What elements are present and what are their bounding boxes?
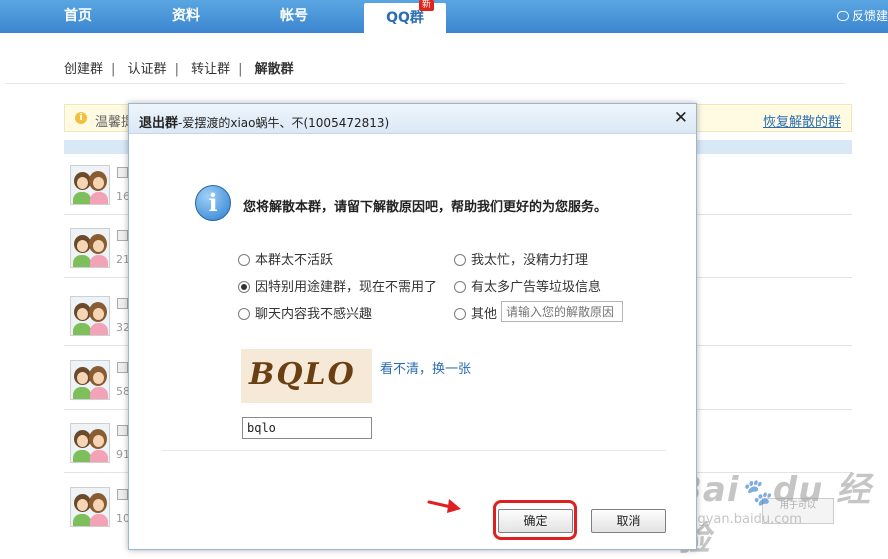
top-nav: 首页 资料 帐号 QQ群 新 反馈建 [0,0,888,33]
close-icon[interactable]: ✕ [674,108,688,128]
reason-option-spam[interactable]: 有太多广告等垃圾信息 [454,276,601,295]
subnav-divider [5,83,845,84]
restore-dissolved-link[interactable]: 恢复解散的群 [763,111,841,130]
dialog-message: 您将解散本群，请留下解散原因吧，帮助我们更好的为您服务。 [243,200,608,215]
info-icon: i [195,185,231,221]
group-avatar-icon [70,360,110,400]
dialog-divider [161,450,666,451]
option-label: 有太多广告等垃圾信息 [471,280,602,295]
red-arrow-icon [427,499,461,513]
group-avatar-icon [70,228,110,268]
group-type-icon [117,298,128,309]
option-label: 其他 [471,307,498,322]
option-label: 因特别用途建群，现在不需用了 [255,280,438,295]
group-avatar-icon [70,296,110,336]
dialog-title-group: -爱摆渡的xiao蜗牛、不(1005472813) [178,116,390,130]
group-avatar-icon [70,423,110,463]
reason-option-no-longer-needed[interactable]: 因特别用途建群，现在不需用了 [238,276,437,295]
reason-option-inactive[interactable]: 本群太不活跃 [238,249,333,268]
tab-qq-group[interactable]: QQ群 新 [364,0,446,33]
group-type-icon [117,425,128,436]
radio-button[interactable] [454,281,466,293]
captcha-text: BQLO [249,357,356,392]
reason-option-other[interactable]: 其他 [454,303,497,322]
option-label: 我太忙，没精力打理 [471,253,589,268]
group-avatar-icon [70,487,110,527]
dialog-title-bold: 退出群 [139,116,179,131]
group-type-icon [117,230,128,241]
sub-nav: 创建群 | 认证群 | 转让群 | 解散群 [64,58,300,77]
subnav-separator: | [111,62,116,77]
captcha-image: BQLO [241,349,372,403]
tab-profile[interactable]: 资料 [142,0,230,33]
radio-button[interactable] [238,254,250,266]
info-icon: i [75,112,87,124]
subnav-create-group[interactable]: 创建群 [64,62,103,77]
group-avatar-icon [70,165,110,205]
chat-bubble-icon [836,11,849,21]
dissolve-group-dialog: 退出群-爱摆渡的xiao蜗牛、不(1005472813) ✕ i 您将解散本群，… [128,103,697,550]
subnav-separator: | [174,62,179,77]
reason-option-not-interested[interactable]: 聊天内容我不感兴趣 [238,303,372,322]
subnav-separator: | [238,62,243,77]
dialog-title: 退出群-爱摆渡的xiao蜗牛、不(1005472813) [139,112,389,131]
option-label: 本群太不活跃 [255,253,334,268]
radio-button[interactable] [454,308,466,320]
subnav-verify-group[interactable]: 认证群 [128,62,167,77]
feedback-label: 反馈建 [851,9,888,23]
new-badge: 新 [418,0,434,11]
radio-button-selected[interactable] [238,281,250,293]
group-type-icon [117,167,128,178]
confirm-button[interactable]: 确定 [498,509,573,533]
tab-account[interactable]: 帐号 [250,0,338,33]
option-label: 聊天内容我不感兴趣 [255,307,373,322]
group-type-icon [117,362,128,373]
radio-button[interactable] [454,254,466,266]
tab-home[interactable]: 首页 [34,0,122,33]
subnav-dissolve-group[interactable]: 解散群 [255,62,294,77]
captcha-refresh-link[interactable]: 看不清，换一张 [380,358,471,377]
baidu-watermark: Bai🐾du 经验 jingyan.baidu.com [676,470,872,559]
dialog-titlebar: 退出群-爱摆渡的xiao蜗牛、不(1005472813) ✕ [129,104,696,134]
captcha-input[interactable] [242,417,372,439]
subnav-transfer-group[interactable]: 转让群 [191,62,230,77]
feedback-link[interactable]: 反馈建 [836,0,888,33]
tab-qq-group-label: QQ群 [386,10,424,26]
other-reason-input[interactable] [501,301,623,322]
reason-option-too-busy[interactable]: 我太忙，没精力打理 [454,249,588,268]
group-type-icon [117,489,128,500]
radio-button[interactable] [238,308,250,320]
cancel-button[interactable]: 取消 [591,509,666,533]
